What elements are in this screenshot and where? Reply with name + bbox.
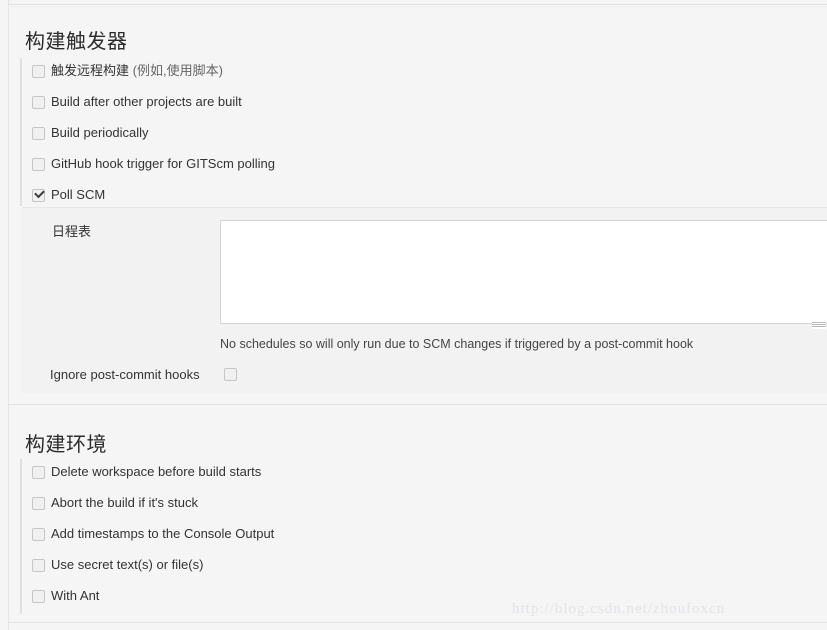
trigger-row-remote-build[interactable]: 触发远程构建 (例如,使用脚本) <box>22 58 815 89</box>
ignore-post-commit-hooks-label: Ignore post-commit hooks <box>50 367 200 382</box>
trigger-label-remote-build-hint: (例如,使用脚本) <box>132 63 223 78</box>
checkbox-trigger-remote-build[interactable] <box>32 65 45 78</box>
watermark-text: http://blog.csdn.net/zhoufoxcn <box>512 601 726 617</box>
env-label-delete-workspace: Delete workspace before build starts <box>51 464 262 479</box>
checkbox-env-with-ant[interactable] <box>32 590 45 603</box>
env-label-add-timestamps: Add timestamps to the Console Output <box>51 526 275 541</box>
schedule-textarea-wrapper[interactable] <box>220 220 827 324</box>
checkbox-trigger-build-after-projects[interactable] <box>32 96 45 109</box>
trigger-row-build-periodically[interactable]: Build periodically <box>22 120 815 151</box>
schedule-help-text: No schedules so will only run due to SCM… <box>220 337 694 351</box>
checkbox-env-add-timestamps[interactable] <box>32 528 45 541</box>
trigger-row-build-after-projects[interactable]: Build after other projects are built <box>22 89 815 120</box>
env-label-with-ant: With Ant <box>51 588 100 603</box>
bottom-divider <box>8 622 827 623</box>
env-row-abort-stuck-build[interactable]: Abort the build if it's stuck <box>22 490 815 521</box>
checkbox-trigger-build-periodically[interactable] <box>32 127 45 140</box>
checkbox-env-use-secret-text[interactable] <box>32 559 45 572</box>
env-row-delete-workspace[interactable]: Delete workspace before build starts <box>22 459 815 490</box>
trigger-label-github-hook: GitHub hook trigger for GITScm polling <box>51 156 275 171</box>
checkbox-ignore-post-commit-hooks[interactable] <box>224 368 237 381</box>
poll-scm-panel: 日程表 No schedules so will only run due to… <box>22 207 827 393</box>
section-heading-build-triggers: 构建触发器 <box>25 30 128 53</box>
env-row-add-timestamps[interactable]: Add timestamps to the Console Output <box>22 521 815 552</box>
checkbox-env-abort-stuck-build[interactable] <box>32 497 45 510</box>
section-heading-build-environment: 构建环境 <box>25 433 107 456</box>
trigger-label-poll-scm: Poll SCM <box>51 187 106 202</box>
env-row-use-secret-text[interactable]: Use secret text(s) or file(s) <box>22 552 815 583</box>
checkbox-trigger-poll-scm[interactable] <box>32 189 45 202</box>
checkbox-trigger-github-hook[interactable] <box>32 158 45 171</box>
env-label-use-secret-text: Use secret text(s) or file(s) <box>51 557 204 572</box>
section-divider <box>8 404 827 405</box>
top-divider <box>8 4 827 5</box>
trigger-label-remote-build: 触发远程构建 (例如,使用脚本) <box>51 61 223 81</box>
jenkins-job-config-page: 构建触发器 触发远程构建 (例如,使用脚本) Build after other… <box>0 0 827 630</box>
trigger-label-build-periodically: Build periodically <box>51 125 149 140</box>
top-divider-secondary <box>8 6 827 7</box>
env-label-abort-stuck-build: Abort the build if it's stuck <box>51 495 198 510</box>
textarea-resize-grip[interactable] <box>812 322 826 329</box>
checkbox-env-delete-workspace[interactable] <box>32 466 45 479</box>
schedule-field-label: 日程表 <box>52 224 92 239</box>
trigger-row-github-hook[interactable]: GitHub hook trigger for GITScm polling <box>22 151 815 182</box>
trigger-label-build-after-projects: Build after other projects are built <box>51 94 242 109</box>
trigger-label-remote-build-text: 触发远程构建 <box>51 63 133 78</box>
schedule-textarea[interactable] <box>221 221 827 323</box>
build-environment-group: Delete workspace before build starts Abo… <box>20 459 815 614</box>
page-left-border <box>8 0 9 630</box>
build-triggers-group: 触发远程构建 (例如,使用脚本) Build after other proje… <box>20 58 815 206</box>
